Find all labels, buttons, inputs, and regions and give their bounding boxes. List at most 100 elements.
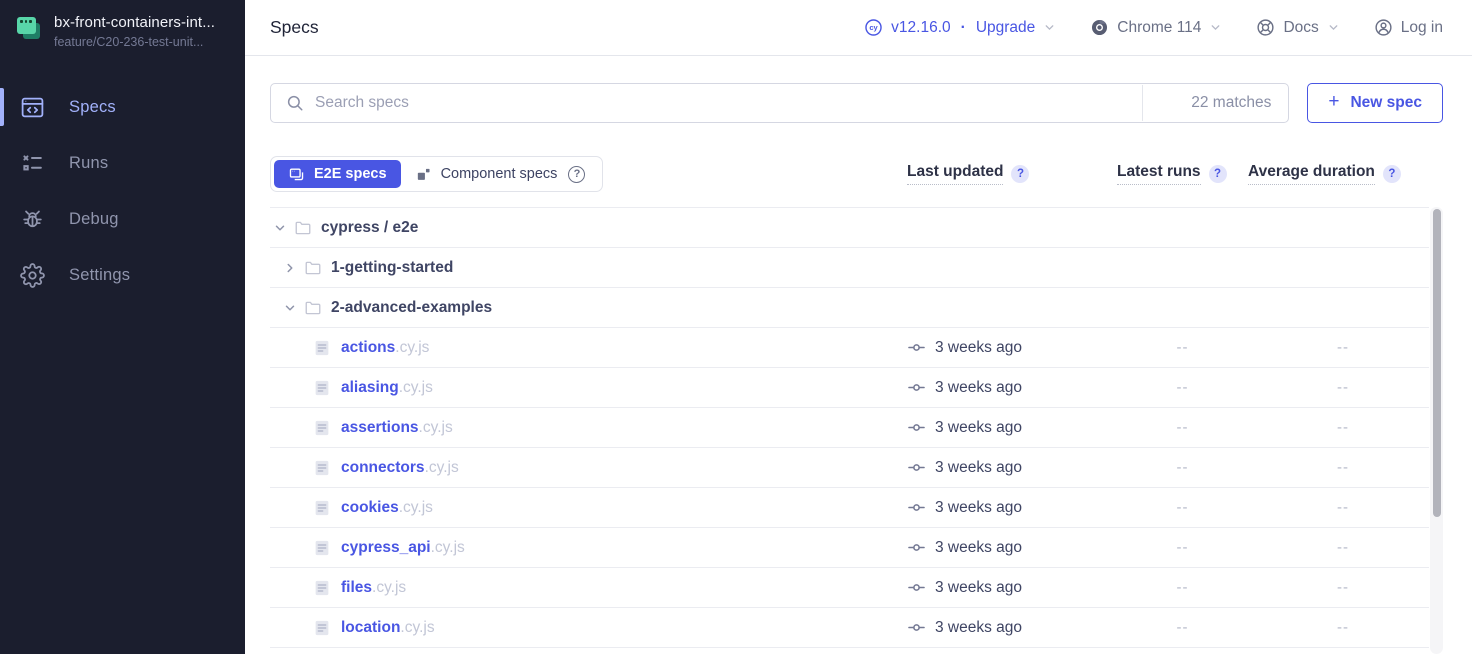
spec-link[interactable]: assertions.cy.js [341, 419, 453, 437]
spec-row[interactable]: location.cy.js 3 weeks ago -- -- [270, 608, 1429, 648]
average-duration-cell: -- [1248, 619, 1438, 636]
help-icon[interactable]: ? [1011, 165, 1029, 183]
chevron-down-icon [1043, 21, 1056, 34]
git-commit-icon [907, 538, 926, 557]
spec-row[interactable]: cypress_api.cy.js 3 weeks ago -- -- [270, 528, 1429, 568]
last-updated-text: 3 weeks ago [935, 499, 1022, 517]
chevron-down-icon[interactable] [273, 221, 287, 235]
latest-runs-cell: -- [1117, 539, 1248, 556]
spec-file-icon [313, 419, 331, 437]
help-icon[interactable]: ? [1383, 165, 1401, 183]
sidebar-item-label: Specs [69, 98, 116, 117]
folder-row[interactable]: cypress / e2e [270, 208, 1429, 248]
tab-component-specs[interactable]: Component specs ? [401, 160, 600, 188]
specs-table-body: cypress / e2e 1-getting-started 2-advanc… [270, 207, 1429, 654]
specs-icon [20, 95, 45, 120]
chevron-right-icon[interactable] [283, 261, 297, 275]
spec-file-icon [313, 379, 331, 397]
spec-row[interactable]: cookies.cy.js 3 weeks ago -- -- [270, 488, 1429, 528]
last-updated-text: 3 weeks ago [935, 459, 1022, 477]
last-updated-cell: 3 weeks ago [907, 578, 1117, 597]
spec-file-icon [313, 579, 331, 597]
column-last-updated: Last updated ? [907, 163, 1117, 185]
last-updated-cell: 3 weeks ago [907, 538, 1117, 557]
spec-row[interactable]: connectors.cy.js 3 weeks ago -- -- [270, 448, 1429, 488]
scrollbar-track[interactable] [1430, 207, 1443, 654]
upgrade-link[interactable]: Upgrade [976, 19, 1035, 37]
last-updated-text: 3 weeks ago [935, 619, 1022, 637]
page-title: Specs [270, 17, 319, 38]
sidebar-item-specs[interactable]: Specs [0, 79, 245, 135]
last-updated-text: 3 weeks ago [935, 579, 1022, 597]
sidebar-item-settings[interactable]: Settings [0, 247, 245, 303]
spec-file-icon [313, 459, 331, 477]
topbar: Specs cy v12.16.0 · Upgrade Chro [245, 0, 1472, 56]
version-label: v12.16.0 [891, 19, 950, 37]
folder-name: 1-getting-started [331, 259, 453, 277]
last-updated-cell: 3 weeks ago [907, 378, 1117, 397]
docs-menu[interactable]: Docs [1256, 18, 1339, 37]
last-updated-text: 3 weeks ago [935, 379, 1022, 397]
search-input[interactable] [304, 94, 1142, 112]
spec-row[interactable]: files.cy.js 3 weeks ago -- -- [270, 568, 1429, 608]
version-upgrade-menu[interactable]: cy v12.16.0 · Upgrade [864, 18, 1056, 37]
help-icon[interactable]: ? [1209, 165, 1227, 183]
latest-runs-cell: -- [1117, 619, 1248, 636]
sidebar-item-runs[interactable]: Runs [0, 135, 245, 191]
spec-link[interactable]: actions.cy.js [341, 339, 429, 357]
folder-icon [294, 219, 312, 237]
latest-runs-cell: -- [1117, 579, 1248, 596]
spec-row[interactable]: actions.cy.js 3 weeks ago -- -- [270, 328, 1429, 368]
e2e-specs-icon [288, 166, 305, 183]
chevron-down-icon [1209, 21, 1222, 34]
spec-link[interactable]: connectors.cy.js [341, 459, 459, 477]
average-duration-cell: -- [1248, 379, 1438, 396]
chevron-down-icon[interactable] [283, 301, 297, 315]
sidebar: bx-front-containers-int... feature/C20-2… [0, 0, 245, 654]
search-box[interactable]: 22 matches [270, 83, 1289, 123]
browser-selector[interactable]: Chrome 114 [1090, 18, 1222, 37]
new-spec-button[interactable]: + New spec [1307, 83, 1443, 123]
spec-link[interactable]: location.cy.js [341, 619, 435, 637]
runs-icon [20, 151, 45, 176]
dot-separator: · [961, 19, 966, 37]
specs-table: cypress / e2e 1-getting-started 2-advanc… [270, 207, 1443, 654]
column-latest-runs: Latest runs ? [1117, 163, 1248, 185]
svg-text:cy: cy [869, 23, 878, 32]
debug-icon [20, 207, 45, 232]
plus-icon: + [1328, 91, 1339, 113]
spec-link[interactable]: cookies.cy.js [341, 499, 433, 517]
folder-icon [304, 259, 322, 277]
component-specs-icon [415, 166, 432, 183]
last-updated-text: 3 weeks ago [935, 419, 1022, 437]
latest-runs-cell: -- [1117, 419, 1248, 436]
folder-row[interactable]: 1-getting-started [270, 248, 1429, 288]
spec-link[interactable]: aliasing.cy.js [341, 379, 433, 397]
browser-label: Chrome 114 [1117, 19, 1201, 37]
spec-row[interactable]: assertions.cy.js 3 weeks ago -- -- [270, 408, 1429, 448]
folder-row[interactable]: 2-advanced-examples [270, 288, 1429, 328]
project-name: bx-front-containers-int... [54, 14, 215, 31]
docs-label: Docs [1283, 19, 1318, 37]
scrollbar-thumb[interactable] [1433, 209, 1441, 517]
spec-link[interactable]: files.cy.js [341, 579, 406, 597]
sidebar-item-label: Debug [69, 210, 119, 229]
sidebar-item-debug[interactable]: Debug [0, 191, 245, 247]
gear-icon [20, 263, 45, 288]
last-updated-cell: 3 weeks ago [907, 498, 1117, 517]
project-switcher[interactable]: bx-front-containers-int... feature/C20-2… [0, 0, 245, 59]
last-updated-cell: 3 weeks ago [907, 618, 1117, 637]
column-average-duration: Average duration ? [1248, 163, 1438, 185]
spec-row[interactable]: aliasing.cy.js 3 weeks ago -- -- [270, 368, 1429, 408]
project-icon [16, 16, 42, 42]
folder-icon [304, 299, 322, 317]
list-header: E2E specs Component specs ? Last updated… [270, 156, 1443, 190]
tab-label: Component specs [441, 166, 558, 182]
spec-link[interactable]: cypress_api.cy.js [341, 539, 465, 557]
tab-e2e-specs[interactable]: E2E specs [274, 160, 401, 188]
average-duration-cell: -- [1248, 539, 1438, 556]
login-button[interactable]: Log in [1374, 18, 1443, 37]
sidebar-item-label: Runs [69, 154, 108, 173]
spec-type-tabs: E2E specs Component specs ? [270, 156, 603, 192]
help-icon[interactable]: ? [568, 166, 585, 183]
